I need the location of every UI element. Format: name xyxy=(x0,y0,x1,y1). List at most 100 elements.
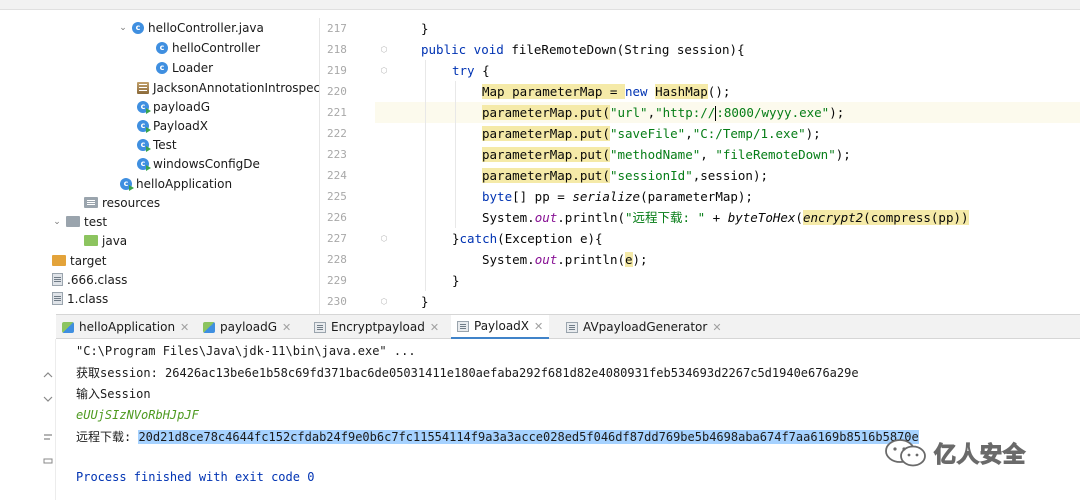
line-number: 229 xyxy=(327,274,347,287)
code-line-230: } xyxy=(421,294,429,309)
code-line-225: byte[] pp = serialize(parameterMap); xyxy=(482,189,753,204)
code-line-222: parameterMap.put("saveFile","C:/Temp/1.e… xyxy=(482,126,821,141)
console-user-input: eUUjSIzNVoRbHJpJF xyxy=(76,408,199,422)
class-icon: c xyxy=(132,21,144,34)
project-tree[interactable]: ⌄ c helloController.java c helloControll… xyxy=(0,18,320,314)
window-top-strip xyxy=(0,0,1080,10)
tab-payloadx[interactable]: PayloadX ✕ xyxy=(451,315,550,339)
code-line-227: }catch(Exception e){ xyxy=(452,231,603,246)
tree-item-label: helloController.java xyxy=(148,20,264,35)
line-number: 224 xyxy=(327,169,347,182)
main-class-icon: c xyxy=(137,100,151,114)
watermark-text: 亿人安全 xyxy=(933,442,1027,468)
tree-item-payloadx[interactable]: c PayloadX xyxy=(137,116,208,135)
close-icon[interactable]: ✕ xyxy=(180,321,189,334)
tree-item-label: .666.class xyxy=(67,272,128,287)
main-class-icon: c xyxy=(137,138,151,152)
tree-item-label: java xyxy=(102,233,128,248)
folder-icon xyxy=(66,216,80,227)
console-command-line: "C:\Program Files\Java\jdk-11\bin\java.e… xyxy=(76,344,416,358)
fold-marker-icon[interactable]: ⬡ xyxy=(379,291,389,312)
tab-label: PayloadX xyxy=(474,319,530,333)
indent-guide xyxy=(425,60,426,291)
target-folder-icon xyxy=(52,255,66,266)
soft-wrap-icon[interactable] xyxy=(43,433,53,441)
tree-item-label: payloadG xyxy=(153,99,211,114)
print-icon[interactable] xyxy=(43,457,53,465)
tree-item-helloapplication[interactable]: c helloApplication xyxy=(120,174,232,193)
file-icon xyxy=(52,292,63,305)
line-number: 230 xyxy=(327,295,347,308)
close-icon[interactable]: ✕ xyxy=(430,321,439,334)
line-number: 227 xyxy=(327,232,347,245)
tree-item-label: 1.class xyxy=(67,291,109,306)
run-config-icon xyxy=(566,321,578,333)
class-icon: c xyxy=(156,41,168,54)
tree-item-label: Test xyxy=(153,137,177,152)
tree-item-label: windowsConfigDe xyxy=(153,156,260,171)
tree-item-test[interactable]: ⌄ test xyxy=(52,212,107,231)
selected-download-value[interactable]: 20d21d8ce78c4644fc152cfdab24f9e0b6c7fc11… xyxy=(138,430,919,444)
main-class-icon: c xyxy=(120,177,134,191)
console-exit-message: Process finished with exit code 0 xyxy=(76,470,315,484)
tree-item-label: JacksonAnnotationIntrospector xyxy=(153,80,320,95)
console-input-prompt: 输入Session xyxy=(76,387,151,401)
line-number: 220 xyxy=(327,85,347,98)
fold-marker-icon[interactable]: ⬡ xyxy=(379,39,389,60)
code-line-224: parameterMap.put("sessionId",session); xyxy=(482,168,768,183)
tab-label: payloadG xyxy=(220,320,278,334)
tree-item-hellocontroller-java[interactable]: ⌄ c helloController.java xyxy=(118,18,264,37)
resources-folder-icon xyxy=(84,197,98,208)
tab-helloapplication[interactable]: helloApplication ✕ xyxy=(56,315,195,339)
tree-item-jacksonannotationintrospector[interactable]: JacksonAnnotationIntrospector xyxy=(137,78,320,97)
main-class-icon: c xyxy=(137,119,151,133)
tree-item-label: helloApplication xyxy=(136,176,233,191)
tree-item-666-class[interactable]: .666.class xyxy=(52,270,127,289)
tree-item-target[interactable]: target xyxy=(52,251,107,270)
code-editor[interactable]: 217 218 219 220 221 222 223 224 225 226 … xyxy=(321,18,1080,314)
fold-marker-icon[interactable]: ⬡ xyxy=(379,60,389,81)
tree-item-loader[interactable]: c Loader xyxy=(156,58,213,77)
tree-item-windowsconfigde[interactable]: c windowsConfigDe xyxy=(137,154,260,173)
fold-marker-icon[interactable]: ⬡ xyxy=(379,228,389,249)
close-icon[interactable]: ✕ xyxy=(282,321,291,334)
code-line-219: try { xyxy=(452,63,490,78)
close-icon[interactable]: ✕ xyxy=(534,320,543,333)
line-number: 223 xyxy=(327,148,347,161)
tree-item-1-class[interactable]: 1.class xyxy=(52,289,108,308)
class-icon: c xyxy=(156,61,168,74)
tab-label: AVpayloadGenerator xyxy=(583,320,708,334)
line-number: 218 xyxy=(327,43,347,56)
tab-label: helloApplication xyxy=(79,320,176,334)
wechat-logo-icon xyxy=(885,439,926,467)
code-line-226: System.out.println("远程下载: " + byteToHex(… xyxy=(482,210,969,225)
indent-guide xyxy=(455,81,456,228)
tree-item-java[interactable]: java xyxy=(84,231,127,250)
chevron-down-icon[interactable]: ⌄ xyxy=(118,23,128,33)
tree-item-label: PayloadX xyxy=(153,118,209,133)
tab-label: Encryptpayload xyxy=(331,320,425,334)
tree-item-payloadg[interactable]: c payloadG xyxy=(137,97,210,116)
tree-item-hellocontroller[interactable]: c helloController xyxy=(156,38,260,57)
run-config-icon xyxy=(62,321,74,333)
run-config-icon xyxy=(314,321,326,333)
code-line-221: parameterMap.put("url","http://:8000/wyy… xyxy=(482,105,845,121)
watermark: 亿人安全 xyxy=(884,436,1026,470)
tree-item-label: Loader xyxy=(172,60,214,75)
download-label: 远程下载: xyxy=(76,430,139,444)
tab-avpayloadgenerator[interactable]: AVpayloadGenerator ✕ xyxy=(560,315,728,339)
chevron-down-icon[interactable]: ⌄ xyxy=(52,217,62,227)
tree-item-resources[interactable]: resources xyxy=(84,193,160,212)
line-number: 221 xyxy=(327,106,347,119)
tab-payloadg[interactable]: payloadG ✕ xyxy=(197,315,297,339)
tree-item-test-class[interactable]: c Test xyxy=(137,135,177,154)
run-console[interactable]: "C:\Program Files\Java\jdk-11\bin\java.e… xyxy=(56,339,1080,500)
line-number: 228 xyxy=(327,253,347,266)
console-session-line: 获取session: 26426ac13be6e1b58c69fd371bac6… xyxy=(76,366,859,380)
code-line-223: parameterMap.put("methodName", "fileRemo… xyxy=(482,147,851,162)
tree-item-label: test xyxy=(84,214,108,229)
close-icon[interactable]: ✕ xyxy=(712,321,721,334)
scroll-up-icon[interactable] xyxy=(43,371,53,379)
scroll-down-icon[interactable] xyxy=(43,395,53,403)
tab-encryptpayload[interactable]: Encryptpayload ✕ xyxy=(308,315,445,339)
